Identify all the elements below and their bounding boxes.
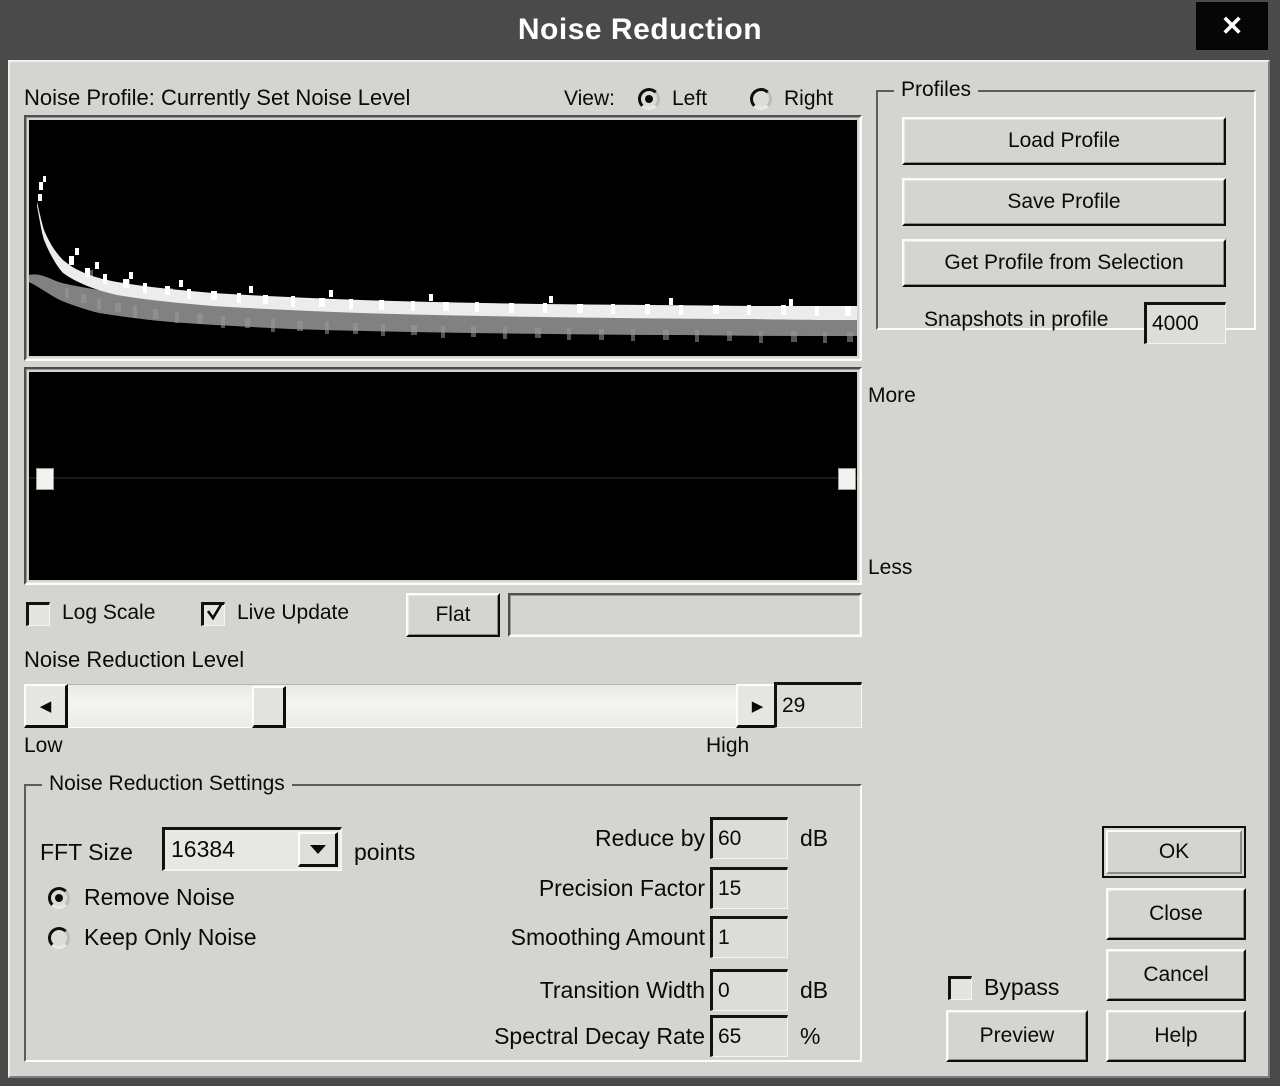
chevron-down-glyph [309, 845, 326, 854]
checkbox-bypass-label: Bypass [984, 974, 1060, 1000]
checkbox-log-scale-label: Log Scale [62, 601, 156, 624]
radio-keep-only-noise[interactable] [48, 927, 70, 949]
smoothing-amount-field[interactable]: 1 [710, 916, 788, 958]
spectrum-canvas [29, 120, 857, 356]
radio-view-right[interactable] [750, 88, 772, 110]
transition-width-unit: dB [800, 977, 829, 1003]
close-icon[interactable]: ✕ [1196, 2, 1268, 50]
window-title: Noise Reduction [517, 13, 763, 46]
noise-profile-spectrum-display[interactable] [24, 115, 862, 361]
spectral-decay-rate-field[interactable]: 65 [710, 1015, 788, 1057]
checkbox-live-update[interactable] [201, 602, 225, 626]
radio-remove-noise-dot [55, 894, 63, 902]
noise-profile-label: Noise Profile: Currently Set Noise Level [24, 85, 411, 110]
checkbox-live-update-label: Live Update [237, 601, 350, 624]
noise-reduction-curve-editor[interactable] [24, 367, 862, 585]
radio-view-right-label: Right [784, 87, 834, 110]
title-bar: Noise Reduction ✕ [0, 0, 1280, 62]
profile-info-field[interactable] [508, 593, 862, 637]
reduce-by-unit: dB [800, 825, 829, 851]
spectral-decay-rate-unit: % [800, 1023, 821, 1049]
checkbox-bypass[interactable] [948, 976, 972, 1000]
curve-handle-left[interactable] [36, 468, 54, 490]
profile-info-field-bevel [510, 595, 860, 635]
view-label: View: [564, 87, 615, 110]
close-button[interactable]: Close [1106, 888, 1246, 940]
noise-reduction-settings-title: Noise Reduction Settings [42, 772, 292, 796]
curve-handle-right[interactable] [838, 468, 856, 490]
checkmark-icon [206, 602, 224, 621]
flat-button[interactable]: Flat [406, 593, 500, 637]
cancel-button[interactable]: Cancel [1106, 949, 1246, 1001]
radio-remove-noise-label: Remove Noise [84, 884, 235, 910]
snapshots-in-profile-field[interactable]: 4000 [1144, 302, 1226, 344]
fft-size-select[interactable]: 16384 [162, 827, 342, 871]
fft-size-value: 16384 [171, 836, 235, 862]
curve-editor-svg [29, 477, 857, 479]
help-button[interactable]: Help [1106, 1010, 1246, 1062]
radio-view-left-label: Left [672, 87, 708, 110]
snapshots-in-profile-label: Snapshots in profile [924, 308, 1109, 331]
fft-size-label: FFT Size [40, 839, 133, 865]
get-profile-from-selection-button[interactable]: Get Profile from Selection [902, 239, 1226, 287]
slider-trough[interactable] [24, 684, 780, 728]
checkbox-log-scale[interactable] [26, 602, 50, 626]
smoothing-amount-label: Smoothing Amount [510, 924, 705, 950]
load-profile-button[interactable]: Load Profile [902, 117, 1226, 165]
noise-reduction-level-value-field[interactable]: 29 [774, 682, 862, 728]
curve-less-label: Less [868, 556, 913, 579]
spectrum-svg [29, 176, 857, 343]
transition-width-field[interactable]: 0 [710, 969, 788, 1011]
noise-reduction-level-label: Noise Reduction Level [24, 647, 245, 672]
reduce-by-label: Reduce by [595, 825, 705, 851]
slider-high-label: High [706, 734, 750, 757]
radio-view-left[interactable] [638, 88, 660, 110]
ok-button[interactable]: OK [1102, 826, 1246, 878]
noise-reduction-level-slider[interactable]: ◀ ▶ [24, 684, 780, 728]
fft-points-label: points [354, 839, 416, 865]
curve-editor-canvas [29, 372, 857, 580]
noise-reduction-dialog: Noise Reduction ✕ Noise Profile: Current… [0, 0, 1280, 1086]
radio-view-left-dot [645, 95, 653, 103]
slider-low-label: Low [24, 734, 63, 757]
slider-arrow-right-glyph: ▶ [751, 697, 764, 715]
dialog-body: Noise Profile: Currently Set Noise Level… [8, 60, 1270, 1078]
transition-width-label: Transition Width [539, 977, 705, 1003]
save-profile-button[interactable]: Save Profile [902, 178, 1226, 226]
reduce-by-field[interactable]: 60 [710, 817, 788, 859]
slider-arrow-left[interactable]: ◀ [24, 684, 68, 728]
radio-remove-noise[interactable] [48, 887, 70, 909]
spectral-decay-rate-label: Spectral Decay Rate [494, 1023, 705, 1049]
profiles-group-title: Profiles [894, 78, 979, 102]
chevron-down-icon[interactable] [298, 832, 338, 867]
slider-arrow-left-glyph: ◀ [39, 697, 52, 715]
preview-button[interactable]: Preview [946, 1010, 1088, 1062]
slider-thumb[interactable] [252, 686, 286, 728]
precision-factor-label: Precision Factor [538, 875, 705, 901]
curve-more-label: More [868, 384, 916, 407]
radio-keep-only-noise-label: Keep Only Noise [84, 924, 257, 950]
precision-factor-field[interactable]: 15 [710, 867, 788, 909]
